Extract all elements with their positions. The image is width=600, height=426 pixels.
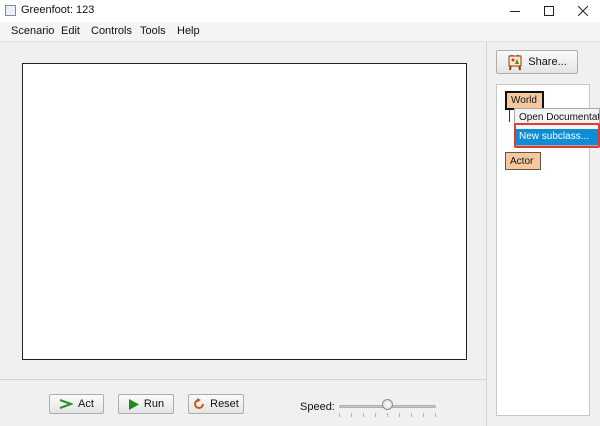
menu-help[interactable]: Help — [177, 25, 200, 37]
reset-button[interactable]: Reset — [188, 394, 244, 414]
run-button[interactable]: Run — [118, 394, 174, 414]
context-menu: Open Documentation New subclass... — [514, 108, 600, 146]
act-button[interactable]: Act — [49, 394, 104, 414]
share-button[interactable]: Share... — [496, 50, 578, 74]
menu-scenario[interactable]: Scenario — [11, 25, 54, 37]
menu-item-new-subclass[interactable]: New subclass... — [515, 129, 599, 145]
act-label: Act — [78, 398, 94, 410]
menu-edit[interactable]: Edit — [61, 25, 80, 37]
reset-icon — [194, 398, 205, 409]
speed-slider-ticks — [339, 413, 436, 417]
controls-divider — [0, 379, 486, 380]
run-label: Run — [143, 398, 165, 410]
act-icon — [59, 399, 74, 409]
reset-label: Reset — [210, 398, 239, 410]
actor-class-box[interactable]: Actor — [505, 152, 541, 170]
maximize-button[interactable] — [532, 0, 566, 22]
window-title: Greenfoot: 123 — [21, 4, 95, 16]
title-bar: Greenfoot: 123 — [0, 0, 600, 22]
minimize-button[interactable] — [498, 0, 532, 22]
app-icon — [5, 5, 16, 16]
maximize-icon — [544, 6, 554, 16]
panel-divider — [486, 42, 487, 426]
speed-slider-thumb[interactable] — [382, 399, 393, 410]
share-label: Share... — [528, 56, 567, 68]
menu-bar: Scenario Edit Controls Tools Help — [0, 22, 600, 42]
menu-item-open-documentation[interactable]: Open Documentation — [515, 110, 599, 126]
menu-tools[interactable]: Tools — [140, 25, 166, 37]
world-canvas[interactable] — [22, 63, 467, 360]
close-button[interactable] — [566, 0, 600, 22]
speed-label: Speed: — [300, 401, 335, 413]
world-area — [0, 42, 486, 378]
inheritance-arrow — [509, 110, 510, 122]
close-icon — [578, 6, 588, 16]
minimize-icon — [510, 11, 520, 12]
share-easel-icon — [508, 54, 522, 71]
menu-controls[interactable]: Controls — [91, 25, 132, 37]
play-icon — [128, 398, 139, 410]
